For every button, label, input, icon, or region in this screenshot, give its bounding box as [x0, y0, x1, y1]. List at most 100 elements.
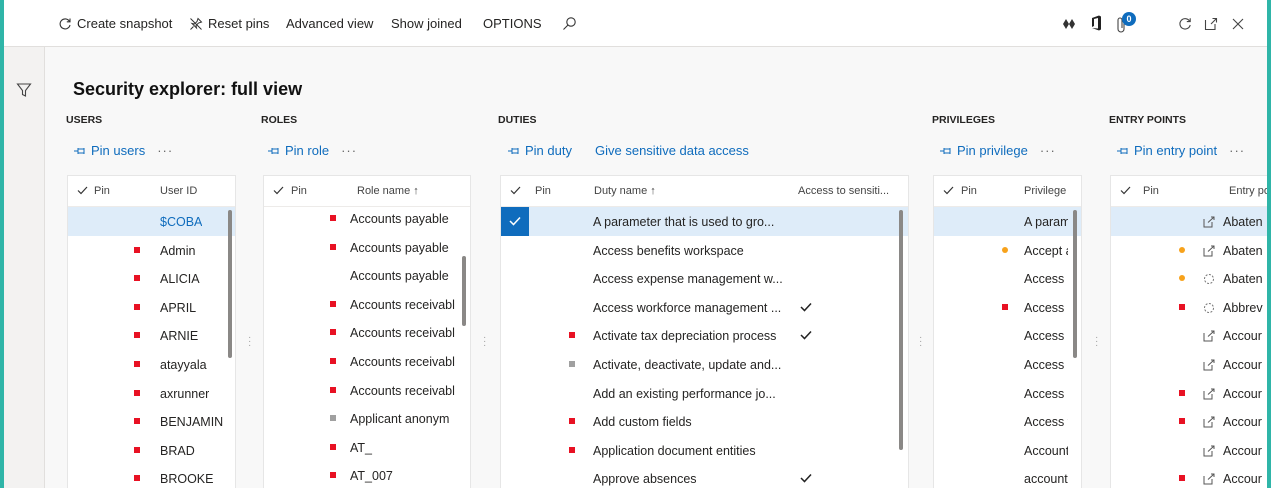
roles-col-pin[interactable]: Pin — [291, 185, 307, 197]
roles-scrollbar[interactable] — [462, 256, 466, 326]
table-row[interactable]: Account — [934, 436, 1081, 465]
pin-red-icon[interactable] — [1179, 475, 1185, 482]
pin-red-icon[interactable] — [134, 475, 140, 482]
table-row[interactable]: Accour — [1111, 464, 1267, 488]
table-row[interactable]: Admin — [68, 236, 235, 265]
reset-pins-button[interactable]: Reset pins — [189, 13, 269, 35]
splitter-handle[interactable]: · · · — [1095, 333, 1098, 351]
table-row[interactable]: Accounts receivabl — [264, 347, 470, 376]
privileges-col-privilege[interactable]: Privilege — [1024, 185, 1066, 197]
privileges-scrollbar[interactable] — [1073, 210, 1077, 358]
pin-red-icon[interactable] — [134, 418, 140, 425]
table-row[interactable]: Abaten — [1111, 264, 1267, 293]
select-all-check-icon[interactable] — [1120, 186, 1131, 195]
close-icon[interactable] — [1232, 18, 1244, 30]
pin-red-icon[interactable] — [569, 418, 575, 425]
table-row[interactable]: Add custom fields — [501, 407, 908, 436]
pin-red-icon[interactable] — [1179, 389, 1185, 396]
table-row[interactable]: $COBA — [68, 207, 235, 236]
pin-red-icon[interactable] — [330, 300, 336, 307]
roles-col-role-name[interactable]: Role name ↑ — [357, 185, 419, 197]
table-row[interactable]: Access expense management w... — [501, 264, 908, 293]
select-all-check-icon[interactable] — [943, 186, 954, 195]
table-row[interactable]: Abaten — [1111, 207, 1267, 236]
pin-red-icon[interactable] — [1179, 418, 1185, 425]
pin-users-button[interactable]: Pin users ··· — [73, 143, 173, 158]
pin-red-icon[interactable] — [134, 303, 140, 310]
create-snapshot-button[interactable]: Create snapshot — [58, 13, 172, 35]
table-row[interactable]: Access benefits workspace — [501, 236, 908, 265]
more-options-icon[interactable]: ··· — [157, 143, 173, 158]
pin-red-icon[interactable] — [330, 215, 336, 221]
users-col-pin[interactable]: Pin — [94, 185, 110, 197]
table-row[interactable]: Accounts payable — [264, 204, 470, 233]
table-row[interactable]: APRIL — [68, 293, 235, 322]
pin-red-icon[interactable] — [134, 389, 140, 396]
table-row[interactable]: A param — [934, 207, 1081, 236]
table-row[interactable]: BRAD — [68, 436, 235, 465]
more-options-icon[interactable]: ··· — [341, 143, 357, 158]
more-options-icon[interactable]: ··· — [1040, 143, 1056, 158]
pin-red-icon[interactable] — [330, 329, 336, 336]
table-row[interactable]: ARNIE — [68, 321, 235, 350]
pin-red-icon[interactable] — [134, 446, 140, 453]
table-row[interactable]: Application document entities — [501, 436, 908, 465]
more-options-icon[interactable]: ··· — [1229, 143, 1245, 158]
pin-red-icon[interactable] — [330, 357, 336, 364]
pin-entry-point-button[interactable]: Pin entry point ··· — [1116, 143, 1245, 158]
select-all-check-icon[interactable] — [510, 186, 521, 195]
splitter-handle[interactable]: · · · — [248, 333, 251, 351]
office-icon[interactable] — [1090, 15, 1102, 31]
options-button[interactable]: OPTIONS — [483, 13, 542, 35]
table-row[interactable]: Accour — [1111, 321, 1267, 350]
table-row[interactable]: ALICIA — [68, 264, 235, 293]
pin-red-icon[interactable] — [134, 332, 140, 339]
diamond-link-icon[interactable] — [1062, 18, 1076, 30]
pin-role-button[interactable]: Pin role ··· — [267, 143, 357, 158]
table-row[interactable]: Access e — [934, 321, 1081, 350]
table-row[interactable]: Abaten — [1111, 236, 1267, 265]
pin-gray-icon[interactable] — [569, 360, 575, 367]
refresh-page-icon[interactable] — [1178, 17, 1192, 31]
table-row[interactable]: atayyala — [68, 350, 235, 379]
advanced-view-button[interactable]: Advanced view — [286, 13, 373, 35]
entry-points-col-name[interactable]: Entry po — [1229, 185, 1267, 197]
duties-scrollbar[interactable] — [899, 210, 903, 450]
pin-gray-icon[interactable] — [330, 415, 336, 422]
table-row[interactable]: Approve absences — [501, 464, 908, 488]
pin-red-icon[interactable] — [134, 275, 140, 282]
pin-red-icon[interactable] — [330, 243, 336, 250]
pin-privilege-button[interactable]: Pin privilege ··· — [939, 143, 1056, 158]
give-sensitive-data-access-button[interactable]: Give sensitive data access — [595, 143, 749, 158]
row-selected-checkbox[interactable] — [501, 207, 529, 236]
table-row[interactable]: account — [934, 464, 1081, 488]
pin-orange-icon[interactable] — [1002, 246, 1008, 253]
table-row[interactable]: Add an existing performance jo... — [501, 379, 908, 408]
table-row[interactable]: Accept a — [934, 236, 1081, 265]
pin-red-icon[interactable] — [330, 472, 336, 479]
pin-orange-icon[interactable] — [1179, 246, 1185, 253]
pin-red-icon[interactable] — [330, 443, 336, 450]
table-row[interactable]: Accour — [1111, 407, 1267, 436]
privileges-col-pin[interactable]: Pin — [961, 185, 977, 197]
open-new-window-icon[interactable] — [1204, 17, 1218, 31]
table-row[interactable]: Activate tax depreciation process — [501, 321, 908, 350]
pin-red-icon[interactable] — [1179, 303, 1185, 310]
table-row[interactable]: Access v — [934, 407, 1081, 436]
table-row[interactable]: Applicant anonym — [264, 404, 470, 433]
duties-col-duty-name[interactable]: Duty name ↑ — [594, 185, 656, 197]
table-row[interactable]: axrunner — [68, 379, 235, 408]
pin-red-icon[interactable] — [330, 386, 336, 393]
table-row[interactable]: Accounts payable — [264, 261, 470, 290]
splitter-handle[interactable]: · · · — [483, 333, 486, 351]
table-row[interactable]: Accounts receivabl — [264, 376, 470, 405]
pin-red-icon[interactable] — [569, 446, 575, 453]
table-row[interactable]: Accour — [1111, 350, 1267, 379]
table-row[interactable]: A parameter that is used to gro... — [501, 207, 908, 236]
table-row[interactable]: Activate, deactivate, update and... — [501, 350, 908, 379]
table-row[interactable]: BENJAMIN — [68, 407, 235, 436]
pin-red-icon[interactable] — [134, 246, 140, 253]
search-icon[interactable] — [562, 16, 577, 31]
table-row[interactable]: Access e — [934, 350, 1081, 379]
filter-icon[interactable] — [16, 82, 32, 98]
